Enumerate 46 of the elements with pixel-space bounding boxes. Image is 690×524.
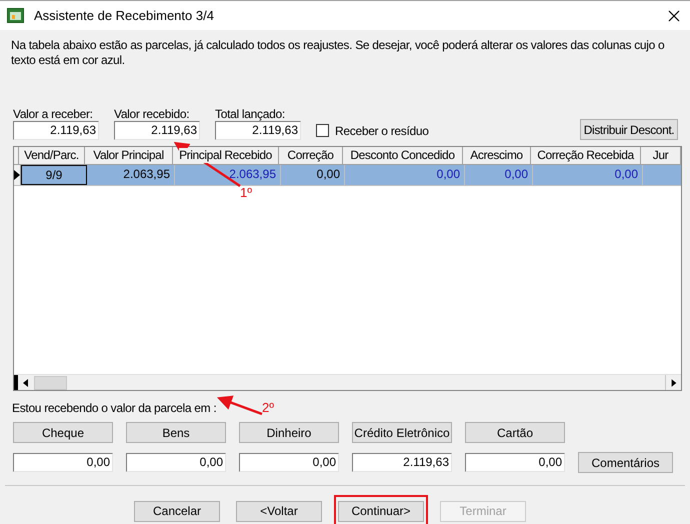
- checkbox[interactable]: [316, 124, 329, 137]
- app-icon: [7, 8, 24, 23]
- payment-amount-field[interactable]: 0,00: [239, 453, 339, 472]
- payment-amount-field[interactable]: 0,00: [126, 453, 226, 472]
- table-row[interactable]: 9/9 2.063,95 2.063,95 0,00 0,00 0,00 0,00: [14, 165, 681, 186]
- payment-method-button[interactable]: Bens: [126, 422, 226, 443]
- footer-button[interactable]: Cancelar: [134, 500, 220, 522]
- amount-field[interactable]: 2.119,63: [215, 121, 301, 140]
- payment-method-button[interactable]: Dinheiro: [239, 422, 339, 443]
- payment-amount-field[interactable]: 0,00: [13, 453, 113, 472]
- column-header[interactable]: Valor Principal: [93, 148, 164, 163]
- annotation-label: 1º: [240, 186, 252, 199]
- payment-method-button[interactable]: Crédito Eletrônico: [352, 422, 452, 443]
- table-cell-text: 2.063,95: [228, 166, 277, 183]
- horizontal-scrollbar[interactable]: [14, 374, 681, 390]
- column-header[interactable]: Principal Recebido: [179, 148, 272, 163]
- column-header[interactable]: Correção Recebida: [537, 148, 634, 163]
- field-label: Valor recebido:: [114, 107, 190, 121]
- footer-button[interactable]: Continuar>: [338, 500, 424, 522]
- comments-button[interactable]: Comentários: [578, 452, 673, 473]
- payment-method-button[interactable]: Cartão: [465, 422, 565, 443]
- table-cell-text: 9/9: [44, 167, 64, 184]
- field-label: Total lançado:: [215, 107, 286, 121]
- amount-field[interactable]: 2.119,63: [13, 121, 99, 140]
- instructions-text: Na tabela abaixo estão as parcelas, já calculado todos os reajustes. Se desejar, você poderá alterar os valores das colunas cujo o texto está em cor azul.: [11, 38, 666, 68]
- table-cell-text: 0,00: [614, 166, 639, 183]
- table-cell-text: 0,00: [316, 166, 341, 183]
- payment-amount-field[interactable]: 0,00: [465, 453, 565, 472]
- amount-field[interactable]: 2.119,63: [114, 121, 200, 140]
- row-pointer-icon: [14, 170, 20, 180]
- payment-prompt: Estou recebendo o valor da parcela em :: [12, 401, 216, 416]
- payment-method-button[interactable]: Cheque: [13, 422, 113, 443]
- field-label: Valor a receber:: [13, 107, 94, 121]
- table-cell-text: 2.063,95: [122, 166, 171, 183]
- annotation-arrow: [216, 396, 262, 416]
- payment-amount-field[interactable]: 2.119,63: [352, 453, 452, 472]
- window-title: Assistente de Recebimento 3/4: [34, 6, 214, 25]
- distribute-button[interactable]: Distribuir Descont.: [580, 119, 678, 140]
- footer-button[interactable]: <Voltar: [236, 500, 322, 522]
- close-icon[interactable]: [668, 10, 680, 22]
- checkbox-label: Receber o resíduo: [335, 122, 429, 140]
- table-cell-text: 0,00: [436, 166, 461, 183]
- column-header[interactable]: Correção: [287, 148, 334, 163]
- annotation-label: 2º: [262, 401, 274, 414]
- table-cell-text: 0,00: [504, 166, 529, 183]
- scroll-thumb[interactable]: [34, 376, 67, 390]
